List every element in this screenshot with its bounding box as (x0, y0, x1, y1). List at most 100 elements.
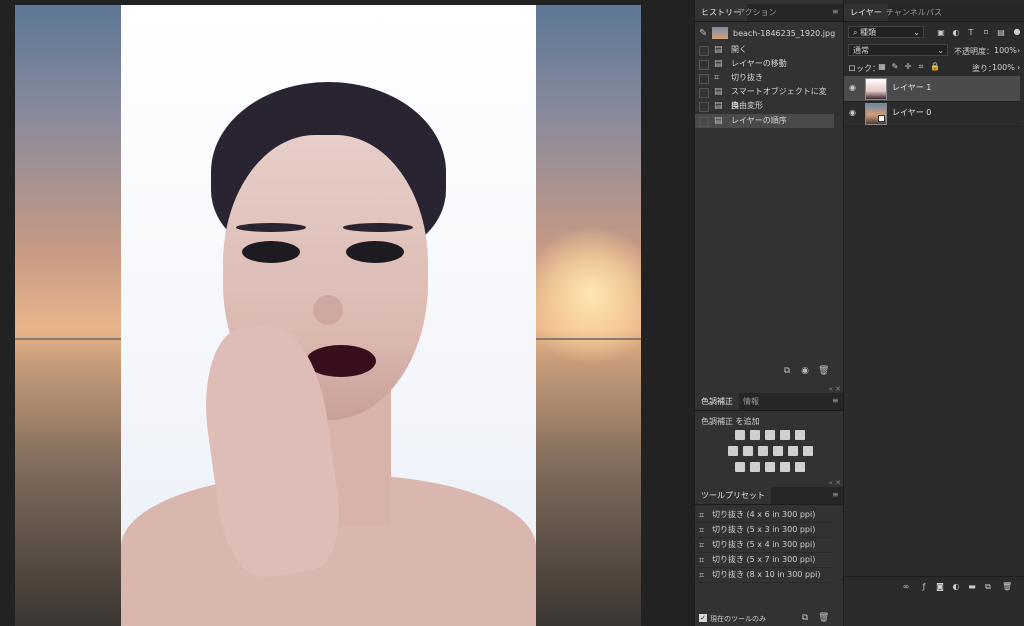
panel-menu-icon[interactable]: ≡ (832, 397, 840, 405)
trash-icon[interactable]: 🗑 (1002, 583, 1012, 591)
lock-transparency-icon[interactable]: ▦ (878, 63, 886, 71)
exposure-icon[interactable] (780, 430, 790, 440)
history-brush-icon[interactable]: ✎ (699, 28, 707, 39)
history-item-label: レイヤーの順序 (731, 116, 787, 125)
trash-icon[interactable]: 🗑 (818, 366, 829, 376)
posterize-icon[interactable] (750, 462, 760, 472)
blend-mode-select[interactable]: 通常 ⌄ (848, 44, 948, 56)
history-source-checkbox[interactable] (699, 46, 709, 56)
blend-mode-value: 通常 (853, 46, 869, 55)
crop-icon: ⌗ (699, 541, 705, 551)
panel-menu-icon[interactable]: ≡ (832, 491, 840, 499)
search-icon: ⌕ (853, 28, 861, 37)
photo-filter-icon[interactable] (773, 446, 783, 456)
history-item-label: 切り抜き (731, 73, 763, 82)
history-source-checkbox[interactable] (699, 117, 709, 127)
camera-icon[interactable]: ◉ (800, 366, 810, 376)
nose-shape (313, 295, 343, 325)
curves-icon[interactable] (765, 430, 775, 440)
current-tool-only-label: 現在のツールのみ (710, 615, 766, 623)
threshold-icon[interactable] (765, 462, 775, 472)
current-tool-only-checkbox[interactable]: ✓ (699, 614, 707, 622)
tool-preset-item[interactable]: ⌗ 切り抜き (5 x 4 in 300 ppi) (695, 538, 834, 553)
layer-name[interactable]: レイヤー 0 (892, 107, 931, 118)
tab-paths[interactable]: パス (920, 4, 948, 21)
lock-position-icon[interactable]: ✛ (904, 63, 912, 71)
adjustment-filter-icon[interactable]: ◐ (952, 29, 960, 37)
filter-kind-value: 種類 (860, 28, 877, 37)
type-filter-icon[interactable]: T (967, 29, 975, 37)
history-item-label: 開く (731, 45, 747, 54)
trash-icon[interactable]: 🗑 (818, 613, 829, 623)
opacity-input[interactable]: 100% (994, 46, 1017, 55)
history-tabbar: ヒストリー アクション ≡ (695, 4, 844, 22)
layer-row[interactable]: ◉ レイヤー 0 (844, 101, 1020, 127)
tool-preset-item[interactable]: ⌗ 切り抜き (5 x 7 in 300 ppi) (695, 553, 834, 568)
tool-preset-item[interactable]: ⌗ 切り抜き (4 x 6 in 300 ppi) (695, 508, 834, 523)
eye-icon[interactable]: ◉ (849, 109, 858, 117)
new-layer-icon[interactable]: ⧉ (984, 583, 992, 591)
tab-info[interactable]: 情報 (737, 393, 765, 410)
adjustment-icon[interactable]: ◐ (952, 583, 960, 591)
tab-tool-presets[interactable]: ツールプリセット (695, 487, 771, 504)
history-source-checkbox[interactable] (699, 102, 709, 112)
folder-icon[interactable]: ▬ (968, 583, 976, 591)
history-item[interactable]: ▤ 開く (695, 43, 834, 57)
history-item[interactable]: ▤ レイヤーの移動 (695, 57, 834, 71)
history-source-checkbox[interactable] (699, 74, 709, 84)
layer-name[interactable]: レイヤー 1 (892, 82, 931, 93)
vibrance-icon[interactable] (795, 430, 805, 440)
lock-all-icon[interactable]: 🔒 (930, 63, 940, 71)
chevron-right-icon[interactable]: › (1017, 63, 1020, 72)
tab-adjustments[interactable]: 色調補正 (695, 393, 739, 410)
smart-object-filter-icon[interactable]: ▤ (997, 29, 1005, 37)
history-item[interactable]: ⌗ 切り抜き (695, 71, 834, 85)
fx-icon[interactable]: ƒ (920, 583, 928, 591)
gradient-map-icon[interactable] (795, 462, 805, 472)
lock-pixels-icon[interactable]: ✎ (891, 63, 899, 71)
tool-preset-item[interactable]: ⌗ 切り抜き (8 x 10 in 300 ppi) (695, 568, 834, 583)
document-canvas[interactable] (15, 5, 641, 626)
selective-color-icon[interactable] (780, 462, 790, 472)
brightness-icon[interactable] (735, 430, 745, 440)
canvas-area[interactable] (0, 0, 694, 626)
crop-icon: ⌗ (699, 511, 705, 521)
black-white-icon[interactable] (758, 446, 768, 456)
levels-icon[interactable] (750, 430, 760, 440)
history-source-checkbox[interactable] (699, 60, 709, 70)
history-item[interactable]: ▤ 自由変形 (695, 99, 834, 113)
channel-mixer-icon[interactable] (788, 446, 798, 456)
invert-icon[interactable] (735, 462, 745, 472)
shape-filter-icon[interactable]: ⌑ (982, 29, 990, 37)
history-item-selected[interactable]: ▤ レイヤーの順序 (695, 114, 834, 128)
document-icon: ▤ (714, 59, 723, 69)
chevron-right-icon[interactable]: › (1017, 46, 1020, 55)
hue-saturation-icon[interactable] (728, 446, 738, 456)
snapshot-thumbnail (712, 27, 728, 39)
layer-row[interactable]: ◉ レイヤー 1 (844, 76, 1020, 102)
tab-actions[interactable]: アクション (731, 4, 783, 21)
collapse-icon[interactable]: « ✕ (829, 479, 841, 487)
link-icon[interactable]: ∞ (902, 583, 910, 591)
document-icon: ▤ (714, 45, 723, 55)
tool-preset-label: 切り抜き (4 x 6 in 300 ppi) (712, 510, 816, 519)
new-document-from-state-icon[interactable]: ⧉ (782, 366, 792, 376)
history-snapshot[interactable]: ✎ beach-1846235_1920.jpg (695, 26, 844, 42)
filter-toggle-icon[interactable]: ● (1013, 28, 1021, 36)
color-balance-icon[interactable] (743, 446, 753, 456)
lips-shape (306, 345, 376, 377)
history-item[interactable]: ▤ スマートオブジェクトに変換 (695, 85, 834, 110)
fill-input[interactable]: 100% (992, 63, 1015, 72)
mask-icon[interactable]: ◙ (936, 583, 944, 591)
tool-preset-item[interactable]: ⌗ 切り抜き (5 x 3 in 300 ppi) (695, 523, 834, 538)
eye-icon[interactable]: ◉ (849, 84, 858, 92)
new-preset-icon[interactable]: ⧉ (800, 613, 810, 623)
lock-artboard-icon[interactable]: ⌗ (917, 63, 925, 71)
layer-filter-select[interactable]: ⌕ 種類 ⌄ (848, 26, 924, 38)
adjustments-tabbar: 色調補正 情報 ≡ (695, 393, 844, 411)
history-source-checkbox[interactable] (699, 88, 709, 98)
collapse-icon[interactable]: « ✕ (829, 385, 841, 393)
pixel-filter-icon[interactable]: ▣ (937, 29, 945, 37)
color-lookup-icon[interactable] (803, 446, 813, 456)
panel-menu-icon[interactable]: ≡ (832, 8, 840, 16)
